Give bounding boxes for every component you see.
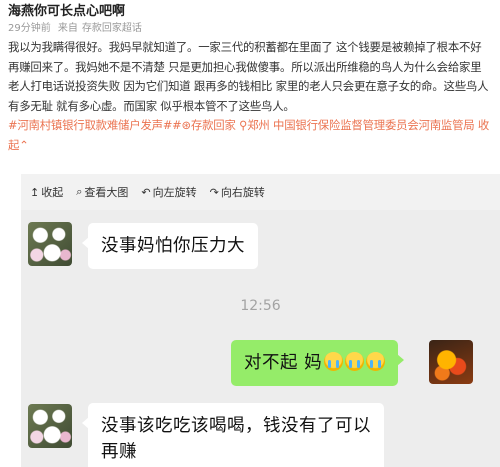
message-text: 没事该吃吃该喝喝，钱没有了可以 xyxy=(101,416,371,436)
post-source-prefix: 来自 xyxy=(57,23,78,34)
post-text: 我以为我瞒得很好。我妈早就知道了。一家三代的积蓄都在里面了 这个钱要是被赖掉了根… xyxy=(8,40,489,113)
post-tags: #河南村镇银行取款难储户发声##⊛存款回家 ⚲郑州 中国银行保险监督管理委员会河… xyxy=(8,116,492,155)
rotate-left-button[interactable]: ↶ 向左旋转 xyxy=(141,184,196,200)
message-text: 再赚 xyxy=(101,442,137,462)
message-text: 对不起 妈 xyxy=(244,353,323,373)
rotate-right-icon: ↷ xyxy=(209,185,219,199)
chat-bubble-incoming: 没事该吃吃该喝喝，钱没有了可以 再赚 xyxy=(82,403,384,467)
self-avatar xyxy=(429,340,473,384)
mother-avatar xyxy=(28,222,72,266)
rotate-left-icon: ↶ xyxy=(141,185,151,199)
chat-bubble-incoming: 没事妈怕你压力大 xyxy=(82,223,258,269)
mention-tag[interactable]: 中国银行保险监督管理委员会河南监管局 xyxy=(273,118,475,132)
chat-bubble-outgoing: 对不起 妈 xyxy=(231,340,405,386)
crying-emoji-icon xyxy=(345,352,365,371)
rotate-right-button[interactable]: ↷ 向右旋转 xyxy=(210,184,265,200)
location-pin-icon: ⚲ xyxy=(239,118,248,133)
chat-screenshot[interactable]: 没事妈怕你压力大 12:56 对不起 妈 没事该吃吃该喝喝，钱没有了可以 再赚 xyxy=(21,210,500,467)
image-toolbar: ↥ 收起 ⌕ 查看大图 ↶ 向左旋转 ↷ 向右旋转 xyxy=(21,174,500,210)
supertopic-tag[interactable]: #⊛存款回家 xyxy=(172,118,236,133)
supertopic-icon: ⊛ xyxy=(181,118,192,133)
crying-emoji-icon xyxy=(324,352,344,371)
crying-emoji-icon xyxy=(366,352,386,371)
post-time: 29分钟前 xyxy=(8,23,51,34)
chevron-up-icon: ⌃ xyxy=(19,137,29,152)
post-body: 我以为我瞒得很好。我妈早就知道了。一家三代的积蓄都在里面了 这个钱要是被赖掉了根… xyxy=(8,38,492,116)
image-viewer: ↥ 收起 ⌕ 查看大图 ↶ 向左旋转 ↷ 向右旋转 没事妈怕你压力大 12:56… xyxy=(21,174,500,467)
topic-tag[interactable]: #河南村镇银行取款难储户发声# xyxy=(8,118,172,132)
post-author-name[interactable]: 海燕你可长点心吧啊 xyxy=(8,3,492,20)
collapse-up-icon: ↥ xyxy=(30,185,40,199)
zoom-icon: ⌕ xyxy=(76,185,83,198)
collapse-image-button[interactable]: ↥ 收起 xyxy=(30,184,63,200)
view-large-button[interactable]: ⌕ 查看大图 xyxy=(76,184,128,200)
location-tag[interactable]: ⚲郑州 xyxy=(239,118,270,132)
post-source[interactable]: 存款回家超话 xyxy=(82,23,142,34)
message-text: 没事妈怕你压力大 xyxy=(101,236,245,256)
chat-timestamp: 12:56 xyxy=(240,298,281,314)
weibo-post: 海燕你可长点心吧啊 29分钟前 来自 存款回家超话 我以为我瞒得很好。我妈早就知道… xyxy=(0,0,500,156)
mother-avatar xyxy=(28,404,72,448)
post-meta: 29分钟前 来自 存款回家超话 xyxy=(8,21,492,36)
